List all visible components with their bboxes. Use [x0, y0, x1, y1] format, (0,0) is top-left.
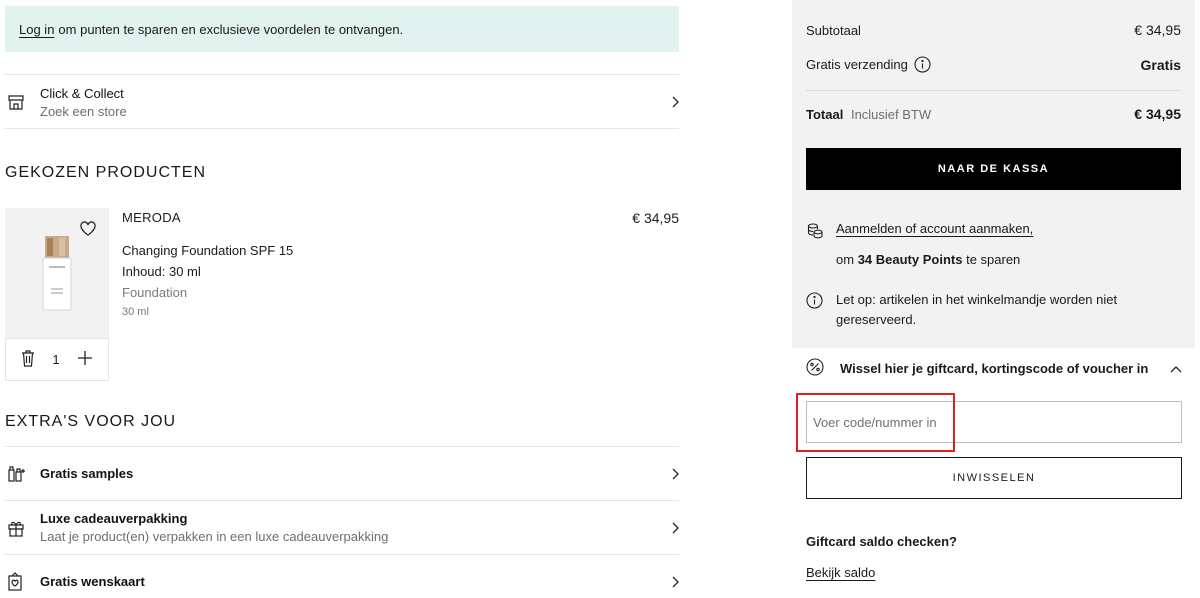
points-suffix: te sparen: [966, 252, 1021, 267]
quantity-stepper: 1: [5, 338, 109, 381]
product-brand[interactable]: MERODA: [122, 210, 293, 225]
extra-row-samples[interactable]: Gratis samples: [5, 446, 679, 500]
chevron-right-icon: [665, 468, 679, 480]
shipping-value: Gratis: [1140, 56, 1181, 73]
product-content: Inhoud: 30 ml: [122, 264, 201, 279]
total-value: € 34,95: [1134, 106, 1181, 122]
quantity-value: 1: [52, 352, 60, 367]
subtotal-row: Subtotaal € 34,95: [806, 22, 1181, 38]
chevron-right-icon: [665, 576, 679, 588]
product-info: MERODA Changing Foundation SPF 15 Inhoud…: [122, 210, 293, 318]
chevron-right-icon: [665, 96, 679, 108]
points-info: Aanmelden of account aanmaken, om 34 Bea…: [806, 221, 1033, 267]
shipping-row: Gratis verzending Gratis: [806, 56, 1181, 73]
total-note: Inclusief BTW: [850, 106, 932, 122]
points-prefix: om: [836, 252, 855, 267]
order-summary-panel: Subtotaal € 34,95 Gratis verzending Grat…: [792, 0, 1195, 348]
trash-icon[interactable]: [21, 349, 35, 370]
product-price: € 34,95: [632, 210, 679, 226]
chevron-right-icon: [665, 522, 679, 534]
click-collect-title: Click & Collect: [40, 85, 124, 101]
notice-text: Let op: artikelen in het winkelmandje wo…: [836, 292, 1118, 327]
voucher-code-input[interactable]: [806, 401, 1182, 443]
extra-title: Gratis wenskaart: [40, 574, 145, 589]
percent-icon: [806, 358, 840, 379]
extra-row-giftwrap[interactable]: Luxe cadeauverpakking Laat je product(en…: [5, 500, 679, 554]
voucher-toggle[interactable]: Wissel hier je giftcard, kortingscode of…: [806, 358, 1182, 379]
extra-title: Luxe cadeauverpakking: [40, 511, 188, 526]
login-banner: Log in om punten te sparen en exclusieve…: [5, 6, 679, 52]
login-register-link[interactable]: Aanmelden of account aanmaken,: [836, 221, 1033, 236]
info-icon[interactable]: [914, 56, 931, 73]
samples-icon: [5, 465, 40, 483]
total-label: Totaal: [806, 106, 844, 122]
product-image[interactable]: [5, 208, 109, 338]
coins-icon: [806, 221, 836, 267]
chosen-products-heading: GEKOZEN PRODUCTEN: [5, 164, 207, 181]
login-banner-text: om punten te sparen en exclusieve voorde…: [58, 21, 404, 37]
heart-icon[interactable]: [79, 220, 97, 239]
giftcard-title: Giftcard saldo checken?: [806, 534, 957, 549]
card-icon: [5, 571, 40, 592]
extra-title: Gratis samples: [40, 466, 134, 481]
info-icon: [806, 292, 836, 330]
gift-icon: [5, 519, 40, 537]
reservation-notice: Let op: artikelen in het winkelmandje wo…: [806, 292, 1156, 330]
store-icon: [5, 93, 40, 111]
divider: [806, 90, 1181, 91]
product-category: Foundation: [122, 285, 188, 300]
checkout-button[interactable]: NAAR DE KASSA: [806, 148, 1181, 190]
click-collect-subtitle: Zoek een store: [40, 103, 127, 119]
extra-subtitle: Laat je product(en) verpakken in een lux…: [40, 529, 389, 544]
subtotal-label: Subtotaal: [806, 22, 861, 38]
redeem-button[interactable]: INWISSELEN: [806, 457, 1182, 499]
plus-icon[interactable]: [77, 350, 93, 369]
giftcard-balance-link[interactable]: Bekijk saldo: [806, 565, 875, 580]
click-collect-row[interactable]: Click & Collect Zoek een store: [5, 74, 679, 129]
divider: [5, 128, 679, 129]
total-row: Totaal Inclusief BTW € 34,95: [806, 106, 1181, 122]
voucher-heading: Wissel hier je giftcard, kortingscode of…: [840, 361, 1149, 376]
subtotal-value: € 34,95: [1134, 22, 1181, 38]
chevron-up-icon: [1170, 361, 1182, 376]
extras-heading: EXTRA'S VOOR JOU: [5, 413, 177, 430]
points-amount: 34 Beauty Points: [857, 252, 963, 267]
shipping-label: Gratis verzending: [806, 57, 908, 72]
product-size: 30 ml: [122, 306, 149, 318]
product-name[interactable]: Changing Foundation SPF 15: [122, 243, 293, 258]
extra-row-card[interactable]: Gratis wenskaart: [5, 554, 679, 598]
login-link[interactable]: Log in: [19, 22, 54, 37]
